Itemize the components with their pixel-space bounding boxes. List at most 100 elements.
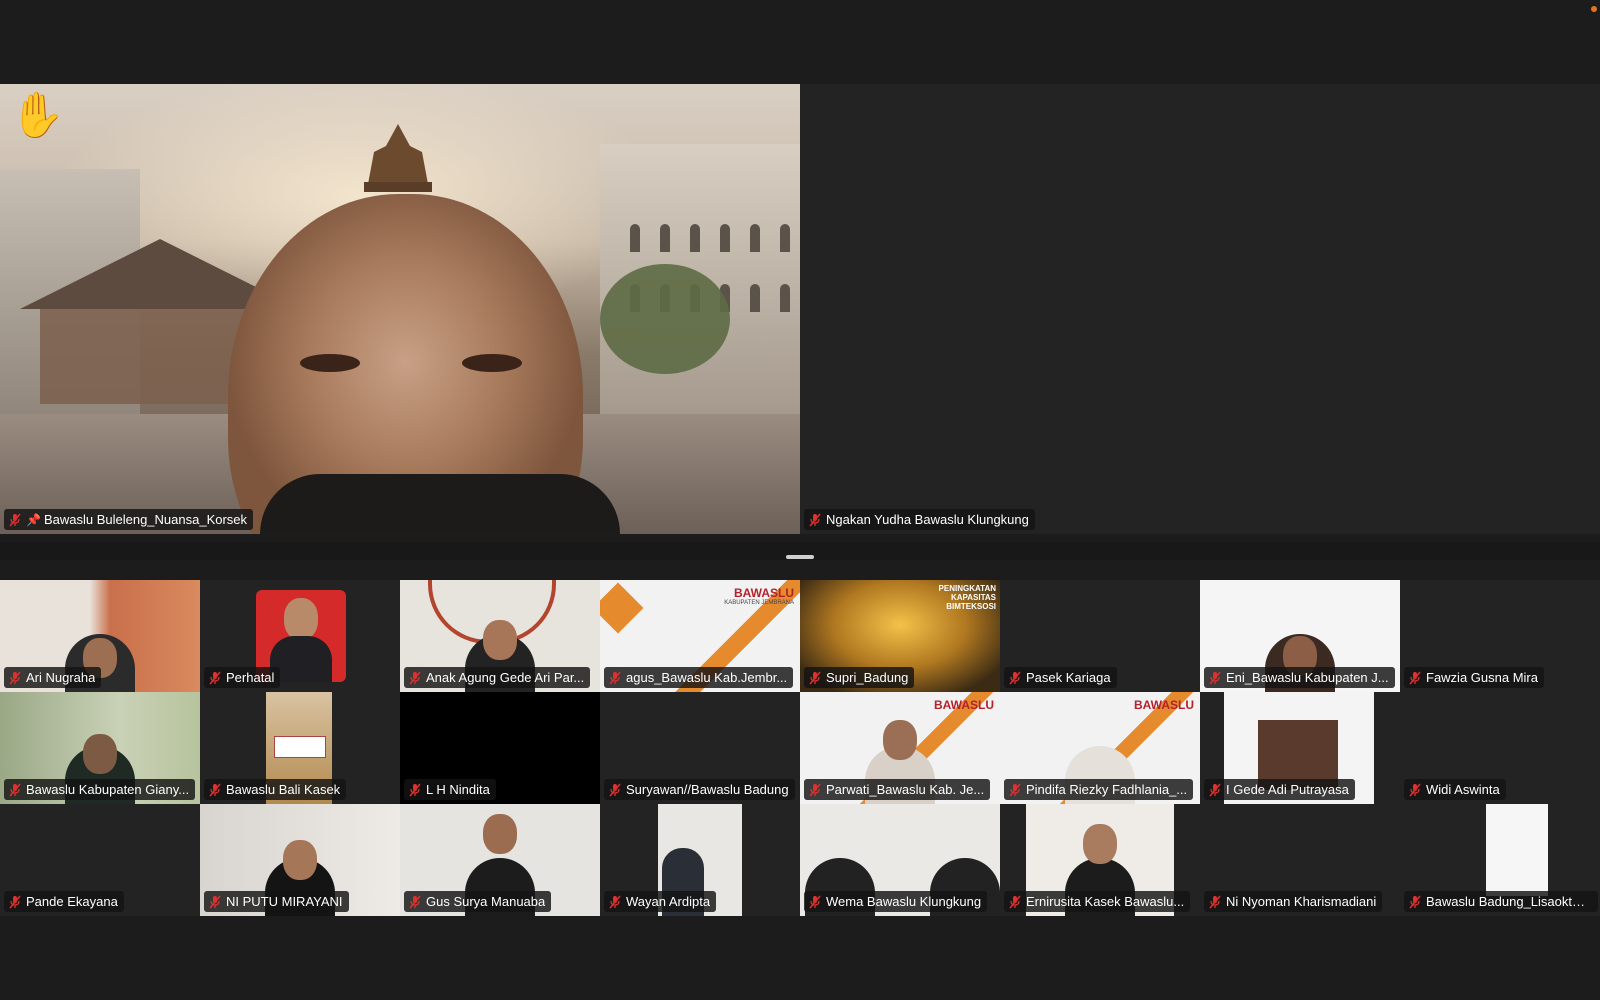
muted-mic-icon [1009,783,1021,796]
video-scene-trees [600,264,730,374]
participant-name-label: NI PUTU MIRAYANI [204,891,349,912]
participant-tile[interactable]: Widi Aswinta [1400,692,1600,804]
participant-name: Ernirusita Kasek Bawaslu... [1026,894,1185,909]
muted-mic-icon [809,671,821,684]
pin-icon: 📌 [26,512,41,527]
participant-name-label: Widi Aswinta [1404,779,1506,800]
participant-name-label: Gus Surya Manuaba [404,891,552,912]
muted-mic-icon [209,895,221,908]
participant-tile[interactable]: Suryawan//Bawaslu Badung [600,692,800,804]
participant-tile[interactable]: Wema Bawaslu Klungkung [800,804,1000,916]
participant-name-label: Bawaslu Kabupaten Giany... [4,779,196,800]
raised-hand-icon: ✋ [10,91,65,140]
bawaslu-sign [274,736,326,758]
participant-name: Supri_Badung [826,670,909,685]
participant-tile[interactable]: Ni Nyoman Kharismadiani [1200,804,1400,916]
participant-name-label: Ngakan Yudha Bawaslu Klungkung [804,509,1035,530]
muted-mic-icon [1409,671,1421,684]
participant-name: Ni Nyoman Kharismadiani [1226,894,1377,909]
muted-mic-icon [609,895,621,908]
participant-face [483,814,517,854]
participant-tile[interactable]: Ernirusita Kasek Bawaslu... [1000,804,1200,916]
participant-name-label: I Gede Adi Putrayasa [1204,779,1355,800]
spotlight-video-1[interactable]: ✋ 📌 Bawaslu Buleleng_Nuansa_Korsek [0,84,800,534]
participant-name-label: Bawaslu Bali Kasek [204,779,347,800]
participant-tile[interactable]: Pande Ekayana [0,804,200,916]
participant-name: Fawzia Gusna Mira [1426,670,1538,685]
participant-tile[interactable]: Bawaslu Kabupaten Giany... [0,692,200,804]
participant-name: Wema Bawaslu Klungkung [826,894,982,909]
muted-mic-icon [209,783,221,796]
bawaslu-brand-text: BAWASLU [1134,698,1194,712]
participant-gallery: Ari Nugraha Perhatal Anak Agung Gede Ari… [0,580,1600,916]
participant-name-label: Pasek Kariaga [1004,667,1117,688]
participant-name: Bawaslu Bali Kasek [226,782,341,797]
participant-name: Wayan Ardipta [626,894,711,909]
muted-mic-icon [409,671,421,684]
participant-face [883,720,917,760]
participant-face [1083,824,1117,864]
participant-name: Anak Agung Gede Ari Par... [426,670,585,685]
muted-mic-icon [209,671,221,684]
participant-tile[interactable]: L H Nindita [400,692,600,804]
participant-tile[interactable]: Pasek Kariaga [1000,580,1200,692]
participant-tile[interactable]: BAWASLU Parwati_Bawaslu Kab. Je... [800,692,1000,804]
participant-tile[interactable]: Gus Surya Manuaba [400,804,600,916]
muted-mic-icon [609,671,621,684]
banner-text: PENINGKATAN KAPASITAS BIMTEKSOSI [938,584,996,611]
muted-mic-icon [1009,895,1021,908]
participant-name: Bawaslu Buleleng_Nuansa_Korsek [43,512,248,527]
participant-name: Ari Nugraha [26,670,96,685]
muted-mic-icon [809,895,821,908]
participant-name: Pande Ekayana [26,894,118,909]
participant-name-label: Pindifa Riezky Fadhlania_... [1004,779,1194,800]
bawaslu-brand-text: BAWASLU [934,698,994,712]
video-detail [260,474,620,534]
participant-face [483,620,517,660]
participant-tile[interactable]: NI PUTU MIRAYANI [200,804,400,916]
participant-name: NI PUTU MIRAYANI [226,894,343,909]
muted-mic-icon [809,513,821,526]
participant-name-label: Ernirusita Kasek Bawaslu... [1004,891,1191,912]
participant-name-label: L H Nindita [404,779,496,800]
participant-name-label: Wema Bawaslu Klungkung [804,891,988,912]
participant-tile[interactable]: BAWASLU Pindifa Riezky Fadhlania_... [1000,692,1200,804]
participant-name-label: Wayan Ardipta [604,891,717,912]
participant-tile[interactable]: Ari Nugraha [0,580,200,692]
muted-mic-icon [9,671,21,684]
participant-tile[interactable]: Bawaslu Badung_Lisaoktaviani [1400,804,1600,916]
participant-name: Widi Aswinta [1426,782,1500,797]
participant-name: Gus Surya Manuaba [426,894,546,909]
participant-tile[interactable]: PENINGKATAN KAPASITAS BIMTEKSOSI Supri_B… [800,580,1000,692]
resize-handle[interactable] [786,555,814,559]
video-scene-tower [364,124,432,192]
video-detail [300,354,360,372]
participant-name: L H Nindita [426,782,490,797]
participant-name-label: Pande Ekayana [4,891,124,912]
participant-name: I Gede Adi Putrayasa [1226,782,1349,797]
participant-name: Bawaslu Kabupaten Giany... [26,782,190,797]
participant-name-label: Parwati_Bawaslu Kab. Je... [804,779,991,800]
bottom-bar [0,918,1600,1000]
muted-mic-icon [1409,783,1421,796]
participant-name: Eni_Bawaslu Kabupaten J... [1226,670,1389,685]
participant-tile[interactable]: Eni_Bawaslu Kabupaten J... [1200,580,1400,692]
participant-name-label: agus_Bawaslu Kab.Jembr... [604,667,794,688]
participant-tile[interactable]: Fawzia Gusna Mira [1400,580,1600,692]
muted-mic-icon [1209,895,1221,908]
participant-face [284,598,318,640]
participant-tile[interactable]: Wayan Ardipta [600,804,800,916]
spotlight-video-2[interactable]: Ngakan Yudha Bawaslu Klungkung [800,84,1600,534]
participant-tile[interactable]: Perhatal [200,580,400,692]
participant-tile[interactable]: Bawaslu Bali Kasek [200,692,400,804]
participant-tile[interactable]: BAWASLU KABUPATEN JEMBRANA agus_Bawaslu … [600,580,800,692]
bawaslu-sub-text: KABUPATEN JEMBRANA [724,600,794,606]
participant-tile[interactable]: I Gede Adi Putrayasa [1200,692,1400,804]
participant-name-label: Perhatal [204,667,281,688]
participant-name: Pasek Kariaga [1026,670,1111,685]
muted-mic-icon [1409,895,1421,908]
shared-image [1486,804,1548,896]
participant-tile[interactable]: Anak Agung Gede Ari Par... [400,580,600,692]
muted-mic-icon [609,783,621,796]
participant-name-label: Eni_Bawaslu Kabupaten J... [1204,667,1395,688]
